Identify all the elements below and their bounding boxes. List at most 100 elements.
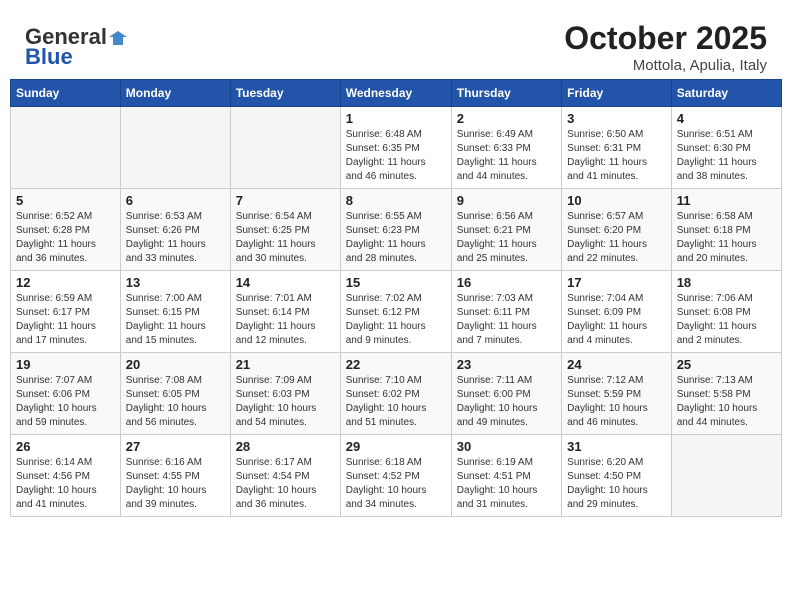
calendar-week-1: 1Sunrise: 6:48 AM Sunset: 6:35 PM Daylig… <box>11 107 782 189</box>
weekday-header-tuesday: Tuesday <box>230 80 340 107</box>
calendar-cell: 3Sunrise: 6:50 AM Sunset: 6:31 PM Daylig… <box>562 107 672 189</box>
day-info: Sunrise: 6:19 AM Sunset: 4:51 PM Dayligh… <box>457 456 556 512</box>
day-number: 5 <box>16 193 115 208</box>
day-number: 30 <box>457 439 556 454</box>
calendar-cell: 19 Sunrise: 7:07 AM Sunset: 6:06 PM Dayli… <box>11 353 121 435</box>
day-number: 13 <box>126 275 225 290</box>
calendar-header-row: SundayMondayTuesdayWednesdayThursdayFrid… <box>11 80 782 107</box>
calendar-cell: 29 Sunrise: 6:18 AM Sunset: 4:52 PM Dayli… <box>340 435 451 517</box>
calendar-cell <box>671 435 781 517</box>
calendar-cell <box>230 107 340 189</box>
calendar-cell: 11 Sunrise: 6:58 AM Sunset: 6:18 PM Dayli… <box>671 189 781 271</box>
day-info: Sunrise: 7:13 AM Sunset: 5:58 PM Dayligh… <box>677 374 776 430</box>
calendar-cell: 21Sunrise: 7:09 AM Sunset: 6:03 PM Dayli… <box>230 353 340 435</box>
day-info: Sunrise: 7:04 AM Sunset: 6:09 PM Dayligh… <box>567 292 666 348</box>
day-number: 6 <box>126 193 225 208</box>
weekday-header-thursday: Thursday <box>451 80 561 107</box>
day-number: 12 <box>16 275 115 290</box>
day-info: Sunrise: 6:54 AM Sunset: 6:25 PM Dayligh… <box>236 210 335 266</box>
day-number: 8 <box>346 193 446 208</box>
calendar-cell: 27Sunrise: 6:16 AM Sunset: 4:55 PM Dayli… <box>120 435 230 517</box>
calendar-cell: 31 Sunrise: 6:20 AM Sunset: 4:50 PM Dayli… <box>562 435 672 517</box>
day-number: 11 <box>677 193 776 208</box>
day-number: 29 <box>346 439 446 454</box>
calendar-cell: 16 Sunrise: 7:03 AM Sunset: 6:11 PM Dayli… <box>451 271 561 353</box>
day-info: Sunrise: 6:17 AM Sunset: 4:54 PM Dayligh… <box>236 456 335 512</box>
day-info: Sunrise: 6:55 AM Sunset: 6:23 PM Dayligh… <box>346 210 446 266</box>
weekday-header-friday: Friday <box>562 80 672 107</box>
day-number: 2 <box>457 111 556 126</box>
day-info: Sunrise: 6:51 AM Sunset: 6:30 PM Dayligh… <box>677 128 776 184</box>
calendar-cell <box>11 107 121 189</box>
logo-blue: Blue <box>25 44 73 70</box>
day-number: 10 <box>567 193 666 208</box>
calendar-cell: 7 Sunrise: 6:54 AM Sunset: 6:25 PM Daylig… <box>230 189 340 271</box>
calendar-cell: 15 Sunrise: 7:02 AM Sunset: 6:12 PM Dayli… <box>340 271 451 353</box>
calendar-cell: 20Sunrise: 7:08 AM Sunset: 6:05 PM Dayli… <box>120 353 230 435</box>
day-number: 24 <box>567 357 666 372</box>
day-info: Sunrise: 6:56 AM Sunset: 6:21 PM Dayligh… <box>457 210 556 266</box>
day-info: Sunrise: 6:58 AM Sunset: 6:18 PM Dayligh… <box>677 210 776 266</box>
day-info: Sunrise: 6:52 AM Sunset: 6:28 PM Dayligh… <box>16 210 115 266</box>
day-info: Sunrise: 6:14 AM Sunset: 4:56 PM Dayligh… <box>16 456 115 512</box>
day-info: Sunrise: 6:48 AM Sunset: 6:35 PM Dayligh… <box>346 128 446 184</box>
day-info: Sunrise: 6:49 AM Sunset: 6:33 PM Dayligh… <box>457 128 556 184</box>
day-info: Sunrise: 7:12 AM Sunset: 5:59 PM Dayligh… <box>567 374 666 430</box>
day-number: 22 <box>346 357 446 372</box>
weekday-header-wednesday: Wednesday <box>340 80 451 107</box>
day-number: 4 <box>677 111 776 126</box>
calendar-cell: 14 Sunrise: 7:01 AM Sunset: 6:14 PM Dayli… <box>230 271 340 353</box>
calendar-cell: 12Sunrise: 6:59 AM Sunset: 6:17 PM Dayli… <box>11 271 121 353</box>
calendar-cell: 18 Sunrise: 7:06 AM Sunset: 6:08 PM Dayli… <box>671 271 781 353</box>
day-number: 31 <box>567 439 666 454</box>
calendar-cell: 26 Sunrise: 6:14 AM Sunset: 4:56 PM Dayli… <box>11 435 121 517</box>
day-info: Sunrise: 7:03 AM Sunset: 6:11 PM Dayligh… <box>457 292 556 348</box>
calendar-cell: 28 Sunrise: 6:17 AM Sunset: 4:54 PM Dayli… <box>230 435 340 517</box>
day-info: Sunrise: 7:06 AM Sunset: 6:08 PM Dayligh… <box>677 292 776 348</box>
day-info: Sunrise: 7:11 AM Sunset: 6:00 PM Dayligh… <box>457 374 556 430</box>
day-number: 16 <box>457 275 556 290</box>
day-info: Sunrise: 7:02 AM Sunset: 6:12 PM Dayligh… <box>346 292 446 348</box>
location: Mottola, Apulia, Italy <box>564 57 767 74</box>
calendar-cell: 1Sunrise: 6:48 AM Sunset: 6:35 PM Daylig… <box>340 107 451 189</box>
day-info: Sunrise: 6:20 AM Sunset: 4:50 PM Dayligh… <box>567 456 666 512</box>
day-info: Sunrise: 7:00 AM Sunset: 6:15 PM Dayligh… <box>126 292 225 348</box>
weekday-header-sunday: Sunday <box>11 80 121 107</box>
calendar-cell <box>120 107 230 189</box>
calendar-cell: 4 Sunrise: 6:51 AM Sunset: 6:30 PM Daylig… <box>671 107 781 189</box>
logo-bird-icon <box>109 29 127 47</box>
page-header: General Blue October 2025 Mottola, Apuli… <box>10 10 782 79</box>
month-title: October 2025 Mottola, Apulia, Italy <box>564 20 767 74</box>
day-number: 14 <box>236 275 335 290</box>
calendar-week-2: 5 Sunrise: 6:52 AM Sunset: 6:28 PM Daylig… <box>11 189 782 271</box>
day-number: 26 <box>16 439 115 454</box>
day-number: 7 <box>236 193 335 208</box>
day-number: 9 <box>457 193 556 208</box>
day-info: Sunrise: 7:07 AM Sunset: 6:06 PM Dayligh… <box>16 374 115 430</box>
day-number: 28 <box>236 439 335 454</box>
day-number: 3 <box>567 111 666 126</box>
day-number: 17 <box>567 275 666 290</box>
weekday-header-saturday: Saturday <box>671 80 781 107</box>
calendar-cell: 10Sunrise: 6:57 AM Sunset: 6:20 PM Dayli… <box>562 189 672 271</box>
calendar-cell: 8 Sunrise: 6:55 AM Sunset: 6:23 PM Daylig… <box>340 189 451 271</box>
day-number: 15 <box>346 275 446 290</box>
day-number: 25 <box>677 357 776 372</box>
calendar-cell: 9 Sunrise: 6:56 AM Sunset: 6:21 PM Daylig… <box>451 189 561 271</box>
calendar-week-5: 26 Sunrise: 6:14 AM Sunset: 4:56 PM Dayli… <box>11 435 782 517</box>
calendar-cell: 23Sunrise: 7:11 AM Sunset: 6:00 PM Dayli… <box>451 353 561 435</box>
day-number: 21 <box>236 357 335 372</box>
day-info: Sunrise: 7:01 AM Sunset: 6:14 PM Dayligh… <box>236 292 335 348</box>
calendar-cell: 24 Sunrise: 7:12 AM Sunset: 5:59 PM Dayli… <box>562 353 672 435</box>
calendar-cell: 5 Sunrise: 6:52 AM Sunset: 6:28 PM Daylig… <box>11 189 121 271</box>
calendar-cell: 22Sunrise: 7:10 AM Sunset: 6:02 PM Dayli… <box>340 353 451 435</box>
calendar-cell: 17 Sunrise: 7:04 AM Sunset: 6:09 PM Dayli… <box>562 271 672 353</box>
day-number: 19 <box>16 357 115 372</box>
calendar-cell: 2 Sunrise: 6:49 AM Sunset: 6:33 PM Daylig… <box>451 107 561 189</box>
month-year: October 2025 <box>564 20 767 57</box>
calendar-week-3: 12Sunrise: 6:59 AM Sunset: 6:17 PM Dayli… <box>11 271 782 353</box>
calendar-cell: 30 Sunrise: 6:19 AM Sunset: 4:51 PM Dayli… <box>451 435 561 517</box>
calendar-week-4: 19 Sunrise: 7:07 AM Sunset: 6:06 PM Dayli… <box>11 353 782 435</box>
day-info: Sunrise: 6:18 AM Sunset: 4:52 PM Dayligh… <box>346 456 446 512</box>
day-number: 18 <box>677 275 776 290</box>
